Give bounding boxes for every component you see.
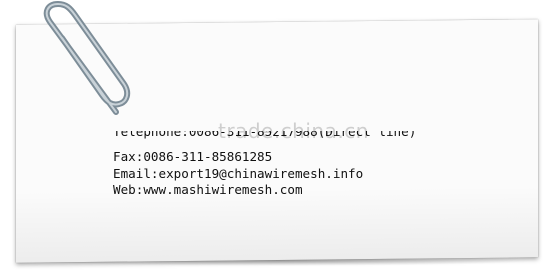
fax-line: Fax:0086-311-85861285: [113, 149, 273, 164]
phone-text: Telephone:0086-311-85217988(Direct line): [113, 131, 417, 139]
web-line: Web:www.mashiwiremesh.com: [113, 182, 303, 197]
business-card-image: trade.china.cn Telephone:0086-311-852179…: [0, 0, 549, 279]
email-line: Email:export19@chinawiremesh.info: [113, 166, 364, 181]
paper-clip-icon: [43, 1, 131, 115]
phone-line: Telephone:0086-311-85217988(Direct line): [113, 131, 416, 140]
